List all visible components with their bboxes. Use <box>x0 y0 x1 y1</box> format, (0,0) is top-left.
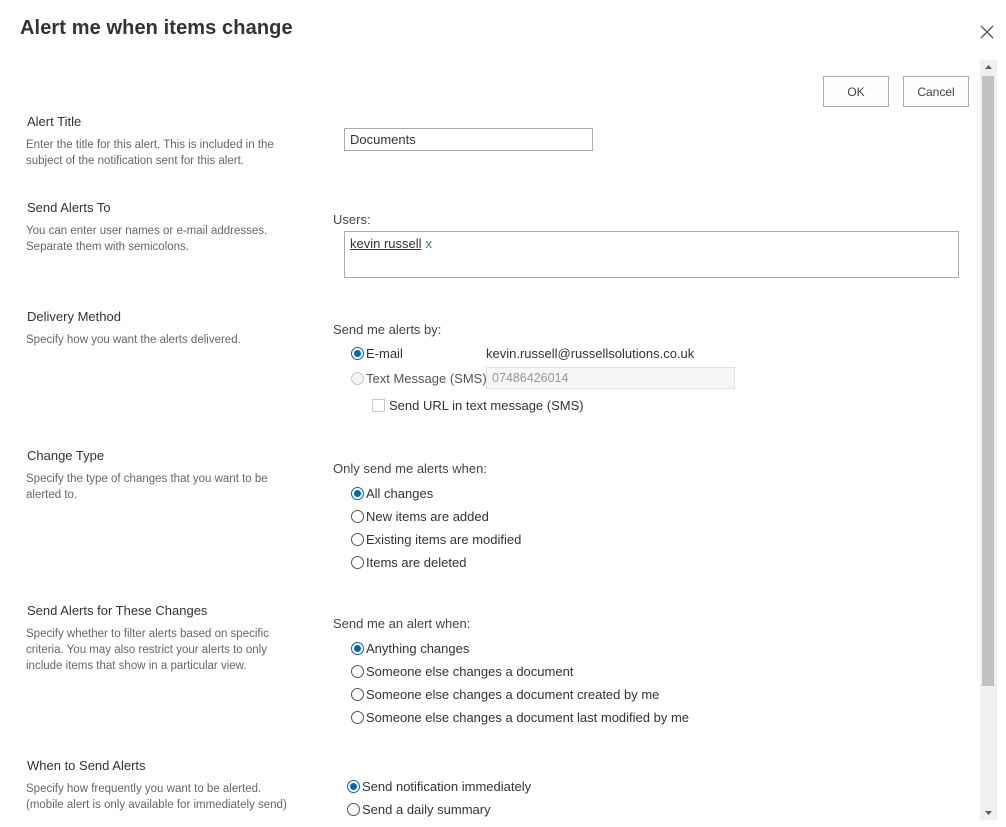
send-alerts-by-label: Send me alerts by: <box>333 322 442 337</box>
change-type-option-label: Existing items are modified <box>366 532 522 547</box>
change-type-option-label: Items are deleted <box>366 555 467 570</box>
frequency-option[interactable]: Send a daily summary <box>347 802 491 817</box>
email-radio[interactable] <box>351 347 364 360</box>
vertical-scrollbar[interactable] <box>980 60 997 820</box>
send-alerts-to-description: You can enter user names or e-mail addre… <box>26 225 268 253</box>
frequency-heading: When to Send Alerts <box>27 758 146 773</box>
sms-number-input[interactable]: 07486426014 <box>486 367 735 389</box>
cancel-button[interactable]: Cancel <box>903 76 969 107</box>
frequency-option-label: Send a daily summary <box>362 802 491 817</box>
change-type-option[interactable]: Items are deleted <box>351 555 466 570</box>
filter-heading: Send Alerts for These Changes <box>27 603 208 618</box>
alert-title-input[interactable]: Documents <box>344 128 593 151</box>
filter-description: Specify whether to filter alerts based o… <box>26 628 269 672</box>
email-address: kevin.russell@russellsolutions.co.uk <box>486 346 695 361</box>
sms-radio[interactable] <box>351 372 364 385</box>
immediately-radio[interactable] <box>347 780 360 793</box>
last-modified-by-me-radio[interactable] <box>351 711 364 724</box>
filter-option-label: Someone else changes a document last mod… <box>366 710 690 725</box>
someone-else-changes-radio[interactable] <box>351 665 364 678</box>
ok-button[interactable]: OK <box>823 76 889 107</box>
remove-user-button[interactable]: x <box>426 236 433 251</box>
frequency-option-label: Send notification immediately <box>362 779 532 794</box>
daily-summary-radio[interactable] <box>347 803 360 816</box>
only-send-alerts-label: Only send me alerts when: <box>333 461 487 476</box>
sms-url-checkbox[interactable] <box>372 399 385 412</box>
sms-url-label: Send URL in text message (SMS) <box>389 398 584 413</box>
filter-option[interactable]: Someone else changes a document <box>351 664 573 679</box>
alert-title-description: Enter the title for this alert. This is … <box>26 139 274 167</box>
frequency-option[interactable]: Send notification immediately <box>347 779 531 794</box>
filter-option[interactable]: Someone else changes a document created … <box>351 687 659 702</box>
delivery-method-description: Specify how you want the alerts delivere… <box>26 334 241 346</box>
change-type-description: Specify the type of changes that you wan… <box>26 473 268 501</box>
sms-option-label: Text Message (SMS) <box>366 371 487 386</box>
users-input[interactable]: kevin russell x <box>344 231 959 278</box>
sms-url-option[interactable]: Send URL in text message (SMS) <box>372 398 584 413</box>
change-type-option-label: All changes <box>366 486 434 501</box>
created-by-me-radio[interactable] <box>351 688 364 701</box>
send-alerts-to-heading: Send Alerts To <box>27 200 111 215</box>
send-alert-when-label: Send me an alert when: <box>333 616 471 631</box>
scroll-thumb[interactable] <box>982 76 994 686</box>
all-changes-radio[interactable] <box>351 487 364 500</box>
anything-changes-radio[interactable] <box>351 642 364 655</box>
deleted-items-radio[interactable] <box>351 556 364 569</box>
change-type-option[interactable]: All changes <box>351 486 433 501</box>
delivery-sms-option[interactable]: Text Message (SMS) <box>351 371 487 386</box>
email-option-label: E-mail <box>366 346 403 361</box>
filter-option-label: Someone else changes a document created … <box>366 687 660 702</box>
close-icon[interactable] <box>977 22 997 42</box>
alert-title-heading: Alert Title <box>27 114 82 129</box>
change-type-heading: Change Type <box>27 448 105 463</box>
filter-option-label: Anything changes <box>366 641 470 656</box>
scroll-down-icon[interactable] <box>980 806 997 820</box>
delivery-method-heading: Delivery Method <box>27 309 121 324</box>
change-type-option[interactable]: Existing items are modified <box>351 532 521 547</box>
frequency-description: Specify how frequently you want to be al… <box>26 783 287 811</box>
user-entity[interactable]: kevin russell <box>350 236 422 251</box>
change-type-option-label: New items are added <box>366 509 489 524</box>
filter-option[interactable]: Anything changes <box>351 641 469 656</box>
new-items-radio[interactable] <box>351 510 364 523</box>
filter-option[interactable]: Someone else changes a document last mod… <box>351 710 689 725</box>
filter-option-label: Someone else changes a document <box>366 664 574 679</box>
delivery-email-option[interactable]: E-mail <box>351 346 403 361</box>
scroll-up-icon[interactable] <box>980 60 997 74</box>
dialog-title: Alert me when items change <box>20 17 293 39</box>
users-label: Users: <box>333 212 371 227</box>
modified-items-radio[interactable] <box>351 533 364 546</box>
change-type-option[interactable]: New items are added <box>351 509 489 524</box>
